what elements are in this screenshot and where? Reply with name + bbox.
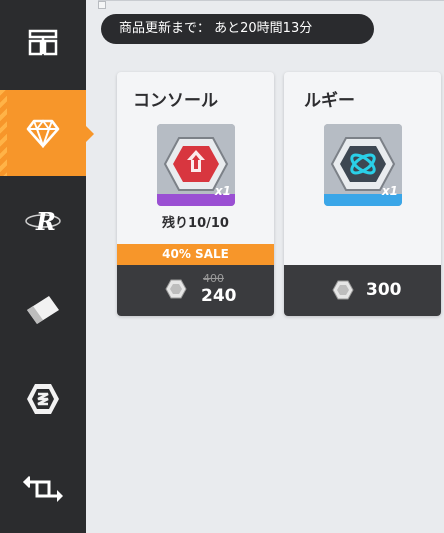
currency-gem-icon <box>165 279 187 299</box>
sale-price: 240 <box>201 286 237 306</box>
diamond-icon <box>26 119 60 148</box>
item-thumbnail: x1 <box>157 124 235 206</box>
panel-corner-marker <box>98 1 106 9</box>
sidebar-item-hex-coin[interactable] <box>0 356 86 442</box>
shop-card-energy[interactable]: ルギー x1 300 <box>284 72 441 316</box>
item-quantity: x1 <box>214 184 231 198</box>
r-emblem-icon: R <box>25 207 61 236</box>
sidebar-item-shop[interactable] <box>0 0 86 86</box>
sidebar-item-ticket[interactable] <box>0 266 86 352</box>
card-title: ルギー <box>304 91 355 110</box>
sidebar-item-diamond[interactable] <box>0 90 94 176</box>
shop-card-console[interactable]: コンソール x1 残り10/10 40% SALE 400 240 <box>117 72 274 316</box>
active-indicator <box>86 126 94 142</box>
ticket-icon <box>27 296 59 324</box>
price: 300 <box>366 280 402 300</box>
panel-top-edge <box>98 0 444 9</box>
exchange-arrows-icon <box>23 476 63 502</box>
sidebar-item-exchange[interactable] <box>0 444 86 530</box>
price-bar[interactable]: 300 <box>284 265 441 316</box>
card-title: コンソール <box>133 91 218 110</box>
item-thumbnail: x1 <box>324 124 402 206</box>
item-quantity: x1 <box>381 184 398 198</box>
sale-banner: 40% SALE <box>117 244 274 265</box>
price-bar[interactable]: 400 240 <box>117 265 274 316</box>
original-price: 400 <box>203 272 224 285</box>
sidebar: R <box>0 0 94 533</box>
currency-gem-icon <box>332 280 354 300</box>
sidebar-item-r-emblem[interactable]: R <box>0 178 86 264</box>
svg-text:R: R <box>35 207 56 236</box>
shop-icon <box>28 29 58 56</box>
hex-coin-icon <box>27 384 59 414</box>
refresh-timer: 商品更新まで： あと20時間13分 <box>101 14 374 44</box>
active-edge-pattern <box>0 90 7 176</box>
stock-remaining: 残り10/10 <box>162 216 229 231</box>
